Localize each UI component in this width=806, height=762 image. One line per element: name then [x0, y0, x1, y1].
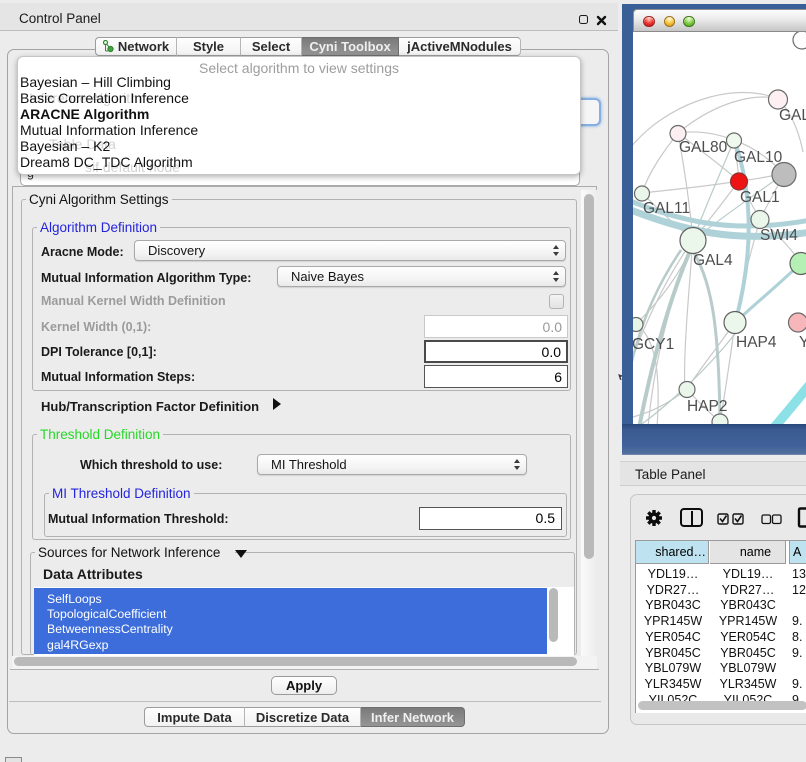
- svg-text:GAL4: GAL4: [693, 252, 733, 269]
- svg-text:HAP2: HAP2: [687, 398, 728, 415]
- svg-text:GAL80: GAL80: [679, 139, 728, 156]
- svg-text:GAL10: GAL10: [734, 149, 783, 166]
- svg-text:GAL1: GAL1: [740, 189, 780, 206]
- svg-text:SWI4: SWI4: [760, 227, 798, 244]
- svg-text:GCY1: GCY1: [633, 336, 674, 353]
- svg-text:GAL11: GAL11: [643, 200, 690, 217]
- svg-text:HAP4: HAP4: [736, 334, 777, 351]
- svg-text:GAL: GAL: [779, 107, 806, 124]
- svg-text:Y: Y: [799, 334, 806, 351]
